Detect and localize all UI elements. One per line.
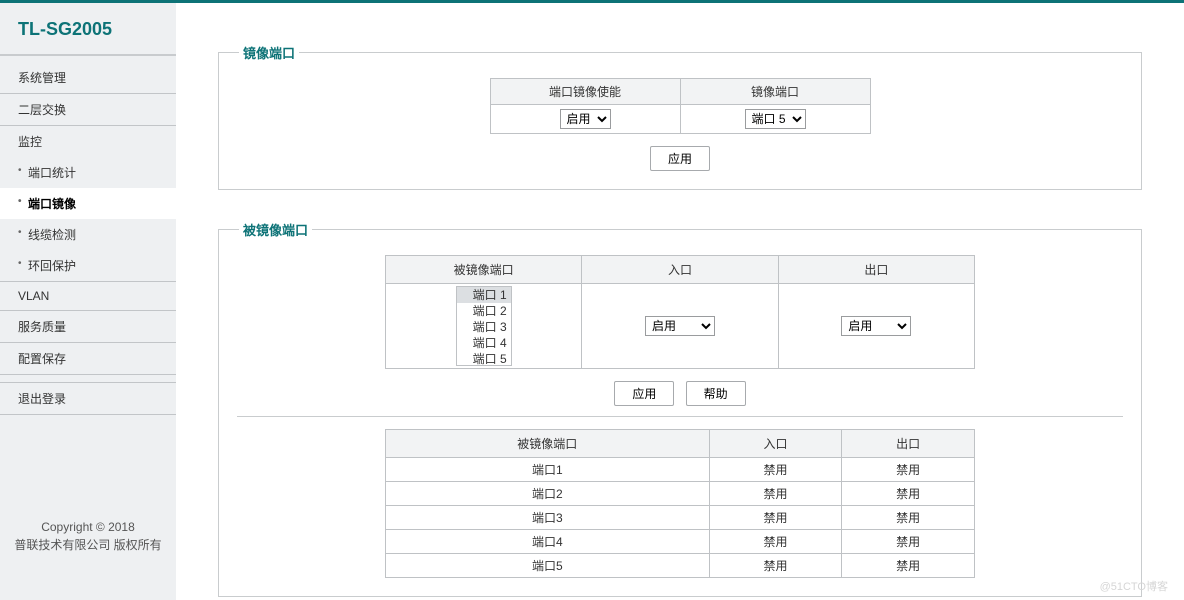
ingress-select[interactable]: 启用 xyxy=(645,316,715,336)
nav-system[interactable]: 系统管理 xyxy=(0,62,176,94)
sidebar: TL-SG2005 系统管理 二层交换 监控 端口统计 端口镜像 线缆检测 环回… xyxy=(0,3,176,600)
cell-ingress: 禁用 xyxy=(709,530,842,554)
cell-ingress: 禁用 xyxy=(709,458,842,482)
separator xyxy=(237,416,1123,417)
cell-port: 端口5 xyxy=(386,554,710,578)
brand-title: TL-SG2005 xyxy=(0,3,176,56)
mirrored-apply-button[interactable]: 应用 xyxy=(614,381,674,406)
col-mirror-enable: 端口镜像使能 xyxy=(490,79,680,105)
cell-port: 端口2 xyxy=(386,482,710,506)
listbox-item[interactable]: 端口 3 xyxy=(457,319,511,335)
footer: Copyright © 2018 普联技术有限公司 版权所有 xyxy=(0,518,176,600)
listbox-item[interactable]: 端口 2 xyxy=(457,303,511,319)
cell-port: 端口4 xyxy=(386,530,710,554)
mirror-port-panel: 镜像端口 端口镜像使能 镜像端口 启用 端口 5 xyxy=(218,43,1142,190)
table-row: 端口5禁用禁用 xyxy=(386,554,975,578)
mirrored-status-table: 被镜像端口 入口 出口 端口1禁用禁用端口2禁用禁用端口3禁用禁用端口4禁用禁用… xyxy=(385,429,975,578)
status-col-egress: 出口 xyxy=(842,430,975,458)
mirrored-port-panel: 被镜像端口 被镜像端口 入口 出口 端口 1端口 2端口 3端口 4端口 5 启… xyxy=(218,220,1142,597)
col-mirror-port: 镜像端口 xyxy=(680,79,870,105)
nav-logout[interactable]: 退出登录 xyxy=(0,383,176,415)
copyright-line1: Copyright © 2018 xyxy=(10,518,166,536)
col-egress: 出口 xyxy=(778,256,974,284)
mirrored-config-table: 被镜像端口 入口 出口 端口 1端口 2端口 3端口 4端口 5 启用 xyxy=(385,255,975,369)
table-row: 端口4禁用禁用 xyxy=(386,530,975,554)
table-row: 端口1禁用禁用 xyxy=(386,458,975,482)
table-row: 端口2禁用禁用 xyxy=(386,482,975,506)
cell-egress: 禁用 xyxy=(842,482,975,506)
listbox-item[interactable]: 端口 4 xyxy=(457,335,511,351)
cell-ingress: 禁用 xyxy=(709,506,842,530)
status-col-ingress: 入口 xyxy=(709,430,842,458)
mirror-enable-select[interactable]: 启用 xyxy=(560,109,611,129)
help-button[interactable]: 帮助 xyxy=(686,381,746,406)
cell-port: 端口3 xyxy=(386,506,710,530)
cell-ingress: 禁用 xyxy=(709,554,842,578)
col-ingress: 入口 xyxy=(582,256,778,284)
cell-egress: 禁用 xyxy=(842,506,975,530)
nav-vlan[interactable]: VLAN xyxy=(0,282,176,311)
nav-port-stats[interactable]: 端口统计 xyxy=(0,157,176,188)
nav-gap xyxy=(0,375,176,383)
listbox-item[interactable]: 端口 1 xyxy=(457,287,511,303)
status-col-port: 被镜像端口 xyxy=(386,430,710,458)
nav-loop-protect[interactable]: 环回保护 xyxy=(0,250,176,282)
nav-port-mirror[interactable]: 端口镜像 xyxy=(0,188,176,219)
copyright-line2: 普联技术有限公司 版权所有 xyxy=(10,536,166,554)
cell-egress: 禁用 xyxy=(842,554,975,578)
listbox-item[interactable]: 端口 5 xyxy=(457,351,511,366)
mirrored-port-legend: 被镜像端口 xyxy=(239,220,312,239)
main-content: 镜像端口 端口镜像使能 镜像端口 启用 端口 5 xyxy=(176,3,1184,600)
mirror-port-table: 端口镜像使能 镜像端口 启用 端口 5 xyxy=(490,78,871,134)
mirror-apply-button[interactable]: 应用 xyxy=(650,146,710,171)
mirror-port-select[interactable]: 端口 5 xyxy=(745,109,806,129)
nav-monitor[interactable]: 监控 xyxy=(0,126,176,157)
cell-port: 端口1 xyxy=(386,458,710,482)
cell-egress: 禁用 xyxy=(842,458,975,482)
nav-qos[interactable]: 服务质量 xyxy=(0,311,176,343)
nav-cable-test[interactable]: 线缆检测 xyxy=(0,219,176,250)
nav-save-config[interactable]: 配置保存 xyxy=(0,343,176,375)
nav: 系统管理 二层交换 监控 端口统计 端口镜像 线缆检测 环回保护 VLAN 服务… xyxy=(0,62,176,415)
egress-select[interactable]: 启用 xyxy=(841,316,911,336)
col-mirrored-port: 被镜像端口 xyxy=(386,256,582,284)
cell-egress: 禁用 xyxy=(842,530,975,554)
layout: TL-SG2005 系统管理 二层交换 监控 端口统计 端口镜像 线缆检测 环回… xyxy=(0,3,1184,600)
mirrored-port-listbox[interactable]: 端口 1端口 2端口 3端口 4端口 5 xyxy=(456,286,512,366)
table-row: 端口3禁用禁用 xyxy=(386,506,975,530)
mirror-port-legend: 镜像端口 xyxy=(239,43,299,62)
cell-ingress: 禁用 xyxy=(709,482,842,506)
nav-l2switch[interactable]: 二层交换 xyxy=(0,94,176,126)
